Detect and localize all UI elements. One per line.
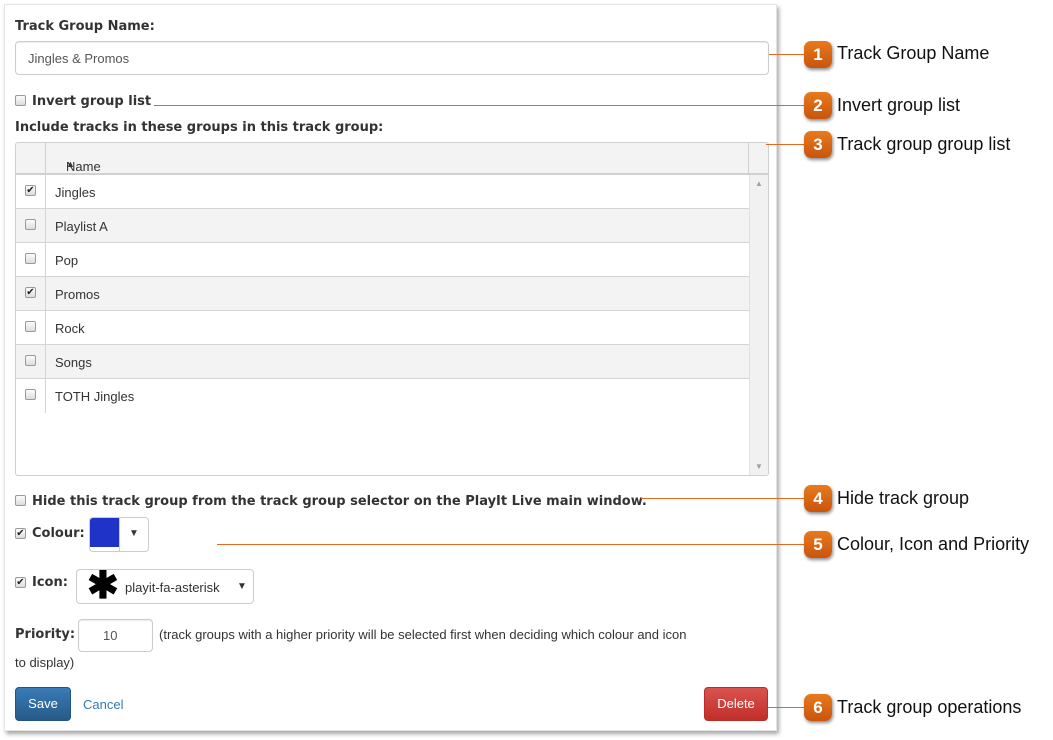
track-group-editor-panel: Track Group Name: Invert group list Incl… <box>4 4 777 731</box>
table-row[interactable]: Rock <box>16 311 749 345</box>
name-column-header[interactable]: Name ▲ <box>46 143 749 174</box>
callout-text: Track group operations <box>837 697 1022 717</box>
row-checkbox[interactable] <box>25 253 36 264</box>
colour-swatch[interactable] <box>90 518 119 547</box>
callout-connector <box>217 544 805 545</box>
chevron-down-icon[interactable]: ▼ <box>129 528 139 539</box>
colour-picker[interactable]: ▼ <box>89 517 149 552</box>
callout-badge: 3 <box>804 131 832 158</box>
hide-track-group-checkbox[interactable] <box>15 495 26 506</box>
scroll-up-icon[interactable]: ▲ <box>755 179 763 188</box>
row-name: Playlist A <box>55 219 108 234</box>
icon-label: Icon: <box>32 575 68 590</box>
priority-input[interactable] <box>78 619 153 652</box>
icon-picker-value: playit-fa-asterisk <box>125 580 220 595</box>
table-row[interactable]: TOTH Jingles <box>16 379 749 413</box>
priority-help-text: (track groups with a higher priority wil… <box>159 627 687 642</box>
priority-label: Priority: <box>15 627 76 642</box>
include-groups-label: Include tracks in these groups in this t… <box>15 120 384 135</box>
grid-body: ✔ Jingles Playlist A Pop ✔ Promos Rock S… <box>16 175 749 475</box>
callout-badge: 4 <box>804 485 832 512</box>
icon-checkbox[interactable]: ✔ <box>15 577 26 588</box>
sort-asc-icon: ▲ <box>66 159 75 169</box>
callout-badge: 6 <box>804 694 832 721</box>
callout-text: Invert group list <box>837 95 961 115</box>
row-name: Songs <box>55 355 92 370</box>
row-checkbox[interactable] <box>25 355 36 366</box>
table-row[interactable]: ✔ Jingles <box>16 175 749 209</box>
row-name: TOTH Jingles <box>55 389 135 404</box>
callout-text: Track Group Name <box>837 43 990 63</box>
row-checkbox[interactable]: ✔ <box>25 287 36 298</box>
callout-badge: 1 <box>804 41 832 68</box>
chevron-down-icon[interactable]: ▼ <box>237 581 247 592</box>
callout-connector <box>154 105 805 106</box>
table-row[interactable]: Songs <box>16 345 749 379</box>
invert-group-list-label: Invert group list <box>32 94 152 109</box>
delete-button[interactable]: Delete <box>704 687 768 721</box>
track-group-list-grid: Name ▲ ✔ Jingles Playlist A Pop ✔ Promos <box>15 142 769 476</box>
callout-text: Hide track group <box>837 488 970 508</box>
grid-scrollbar[interactable]: ▲ ▼ <box>749 175 768 475</box>
colour-checkbox[interactable]: ✔ <box>15 528 26 539</box>
callout-badge: 2 <box>804 92 832 119</box>
hide-track-group-label: Hide this track group from the track gro… <box>32 494 647 509</box>
row-checkbox[interactable] <box>25 219 36 230</box>
table-row[interactable]: ✔ Promos <box>16 277 749 311</box>
invert-group-list-checkbox[interactable] <box>15 95 26 106</box>
table-row[interactable]: Pop <box>16 243 749 277</box>
row-name: Promos <box>55 287 100 302</box>
callout-connector <box>766 144 805 145</box>
scroll-down-icon[interactable]: ▼ <box>755 462 763 471</box>
save-button[interactable]: Save <box>15 687 71 721</box>
priority-help-text-cont: to display) <box>15 655 75 670</box>
icon-picker[interactable]: ✱ playit-fa-asterisk ▼ <box>76 569 254 604</box>
row-checkbox[interactable] <box>25 321 36 332</box>
row-name: Pop <box>55 253 79 268</box>
row-checkbox[interactable]: ✔ <box>25 185 36 196</box>
row-checkbox[interactable] <box>25 389 36 400</box>
asterisk-icon: ✱ <box>87 569 119 604</box>
callout-text: Track group group list <box>837 134 1011 154</box>
track-group-name-label: Track Group Name: <box>15 19 155 34</box>
callout-badge: 5 <box>804 531 832 558</box>
grid-header: Name ▲ <box>16 143 768 175</box>
row-name: Jingles <box>55 185 96 200</box>
table-row[interactable]: Playlist A <box>16 209 749 243</box>
callout-text: Colour, Icon and Priority <box>837 534 1030 554</box>
track-group-name-input[interactable] <box>15 41 769 75</box>
row-name: Rock <box>55 321 85 336</box>
callout-connector <box>768 707 805 708</box>
cancel-link[interactable]: Cancel <box>83 697 123 712</box>
colour-label: Colour: <box>32 526 85 541</box>
callout-connector <box>769 54 805 55</box>
callout-connector <box>641 498 805 499</box>
select-column-header <box>16 143 46 173</box>
